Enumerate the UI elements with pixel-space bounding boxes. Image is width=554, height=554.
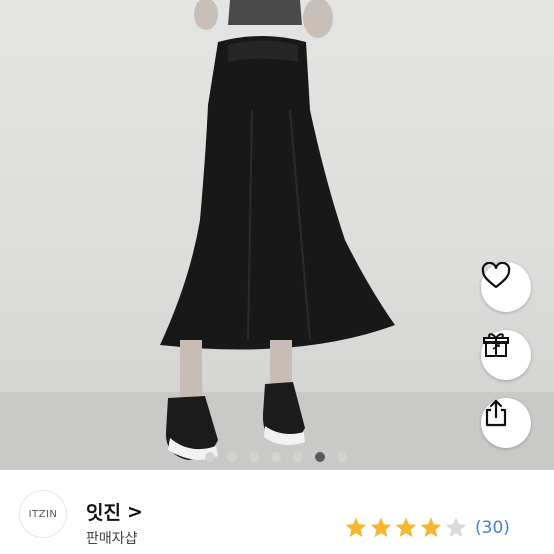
star-filled-icon: [420, 517, 442, 537]
seller-bar: ITZIN 잇진 > 판매자샵 (30): [0, 470, 554, 554]
carousel-dot[interactable]: [227, 452, 237, 462]
carousel-dot[interactable]: [271, 452, 281, 462]
seller-name-link[interactable]: 잇진 >: [86, 498, 143, 525]
carousel-dot[interactable]: [205, 452, 215, 462]
carousel-indicator: [205, 452, 347, 462]
star-empty-icon: [445, 517, 467, 537]
gift-button[interactable]: [481, 330, 531, 380]
product-photo[interactable]: [0, 0, 554, 470]
seller-name: 잇진: [86, 502, 121, 524]
seller-avatar[interactable]: ITZIN: [19, 490, 67, 538]
gift-icon: [483, 333, 509, 357]
share-button[interactable]: [481, 398, 531, 448]
carousel-dot[interactable]: [315, 452, 325, 462]
share-icon: [485, 399, 507, 427]
like-button[interactable]: [481, 262, 531, 312]
carousel-dot[interactable]: [337, 452, 347, 462]
chevron-right-icon: >: [126, 500, 143, 523]
product-photo-art: [0, 0, 554, 470]
star-filled-icon: [395, 517, 417, 537]
star-filled-icon: [345, 517, 367, 537]
carousel-dot[interactable]: [249, 452, 259, 462]
heart-icon: [481, 262, 511, 289]
seller-type: 판매자샵: [86, 531, 138, 547]
star-filled-icon: [370, 517, 392, 537]
carousel-dot[interactable]: [293, 452, 303, 462]
seller-rating[interactable]: (30): [344, 516, 510, 540]
review-count: (30): [475, 518, 510, 538]
